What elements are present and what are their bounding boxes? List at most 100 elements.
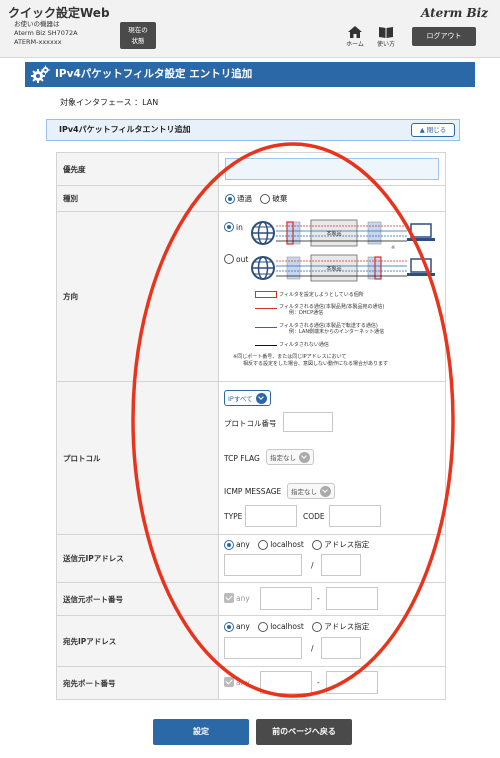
src-port-any-label: any [236, 593, 250, 603]
row-priority: 優先度 [56, 152, 446, 186]
icmp-label: ICMP MESSAGE [224, 487, 282, 496]
dst-ip-any-radio[interactable] [224, 621, 234, 632]
dst-ip-separator: / [311, 644, 314, 653]
home-label: ホーム [346, 41, 364, 48]
src-ip-specify-radio[interactable] [312, 539, 323, 550]
src-ip-specify-label: アドレス指定 [324, 540, 370, 549]
howto-button[interactable]: 使い方 [373, 26, 399, 48]
row-dst-port: 宛先ポート番号 any - [56, 666, 446, 700]
collapse-label: 閉じる [426, 126, 447, 134]
laptop-icon-2 [407, 258, 435, 276]
priority-input[interactable] [225, 158, 439, 180]
legend-swatch-black [255, 345, 277, 346]
src-ip-address-input[interactable] [224, 554, 302, 576]
type-drop-label: 破棄 [272, 194, 288, 203]
icmp-code-input[interactable] [329, 505, 381, 527]
src-port-any-checkbox[interactable] [224, 593, 234, 603]
row-src-ip: 送信元IPアドレス any localhost アドレス指定 / [56, 534, 446, 583]
direction-out-radio[interactable] [224, 254, 234, 264]
direction-in-label: in [236, 222, 243, 232]
dst-ip-specify-label: アドレス指定 [324, 622, 370, 631]
dst-port-separator: - [317, 678, 320, 687]
src-ip-any-radio[interactable] [224, 539, 234, 550]
legend-sub: 例：DHCP通信 [289, 310, 324, 316]
home-button[interactable]: ホーム [342, 26, 368, 48]
src-port-start-input[interactable] [260, 587, 312, 610]
dst-ip-localhost-radio[interactable] [258, 621, 269, 632]
direction-panel: in out 本製品 ※ 本製品 フィルタを設定しようとしている個所 フィルタさ… [219, 212, 445, 381]
chevron-up-icon: ▲ [419, 126, 425, 134]
src-ip-localhost-radio[interactable] [258, 539, 269, 550]
gear-icon [31, 65, 50, 83]
src-port-end-input[interactable] [326, 587, 378, 610]
device-info-line: お使いの機器は [14, 20, 60, 28]
src-port-label: 送信元ポート番号 [56, 582, 219, 616]
icmp-type-input[interactable] [245, 505, 297, 527]
row-protocol: プロトコル IPすべて プロトコル番号 TCP FLAG 指定なし ICMP M… [56, 381, 446, 535]
dst-ip-localhost-label: localhost [270, 622, 304, 631]
section-header: IPv4パケットフィルタエントリ追加 ▲ 閉じる [46, 119, 460, 141]
logout-button[interactable]: ログアウト [412, 27, 476, 46]
type-drop-radio[interactable] [260, 193, 271, 204]
current-status-button[interactable]: 現在の 状態 [120, 22, 156, 49]
legend-item: フィルタされる通信(本製品発/本製品宛の通信) 例：DHCP通信 [279, 304, 385, 316]
direction-in-radio[interactable] [224, 222, 234, 232]
icmp-type-label: TYPE [224, 512, 243, 521]
legend-sub: 例：LAN側端末からのインターネット通信 [289, 329, 385, 335]
direction-diagram: 本製品 ※ 本製品 [251, 219, 435, 282]
legend-swatch-blue [255, 327, 277, 328]
type-label: 種別 [56, 185, 219, 212]
page-title: IPv4パケットフィルタ設定 エントリ追加 [25, 62, 475, 87]
section-title: IPv4パケットフィルタエントリ追加 [59, 125, 191, 134]
brand-logo: Aterm Biz [421, 6, 488, 20]
protocol-select-value: IPすべて [228, 395, 253, 403]
legend-item: フィルタを設定しようとしている個所 [279, 292, 364, 298]
home-icon [348, 26, 362, 38]
tcp-flag-select[interactable]: 指定なし [266, 449, 314, 465]
chevron-down-icon [320, 485, 331, 497]
src-ip-localhost-label: localhost [270, 540, 304, 549]
globe-icon-2 [251, 256, 275, 280]
type-pass-radio[interactable] [225, 193, 235, 204]
chevron-down-icon [299, 451, 310, 463]
device-model: Aterm Biz SH7072A [14, 29, 78, 37]
target-interface: 対象インタフェース ：LAN [60, 98, 159, 107]
header: クイック設定Web お使いの機器は Aterm Biz SH7072A ATER… [0, 0, 500, 58]
status-line1: 現在の [128, 26, 148, 34]
entry-form: 優先度 種別 通過 破棄 方向 in out 本製品 ※ 本製品 フィルタを設定… [56, 152, 446, 700]
dst-port-any-checkbox[interactable] [224, 677, 234, 687]
legend-item: フィルタされる通信(本製品で転送する通信) 例：LAN側端末からのインターネット… [279, 323, 384, 335]
dst-port-any-label: any [236, 677, 250, 687]
direction-label: 方向 [56, 211, 219, 382]
direction-note: ※同じポート番号、または同じIPアドレスにおいて 相反する設定をした場合、意図し… [233, 354, 388, 367]
dst-ip-specify-radio[interactable] [312, 621, 323, 632]
priority-label: 優先度 [56, 152, 219, 186]
collapse-button[interactable]: ▲ 閉じる [411, 123, 455, 137]
protocol-select[interactable]: IPすべて [224, 390, 271, 406]
dst-port-end-input[interactable] [326, 671, 378, 694]
src-ip-separator: / [311, 561, 314, 570]
protocol-label: プロトコル [56, 381, 219, 535]
type-pass-label: 通過 [237, 194, 252, 203]
protocol-number-label: プロトコル番号 [224, 419, 277, 428]
tcp-flag-value: 指定なし [270, 454, 296, 462]
dst-ip-address-input[interactable] [224, 637, 302, 659]
row-dst-ip: 宛先IPアドレス any localhost アドレス指定 / [56, 615, 446, 667]
note-line: 相反する設定をした場合、意図しない動作になる場合があります [243, 360, 389, 367]
page-title-text: IPv4パケットフィルタ設定 エントリ追加 [55, 68, 253, 80]
device-info: お使いの機器は Aterm Biz SH7072A ATERM-xxxxxx [14, 20, 78, 47]
src-ip-mask-input[interactable] [321, 554, 361, 576]
back-button[interactable]: 前のページへ戻る [256, 719, 352, 745]
app-title: クイック設定Web [8, 6, 110, 20]
dst-port-start-input[interactable] [260, 671, 312, 694]
icmp-code-label: CODE [303, 512, 325, 521]
row-direction: 方向 in out 本製品 ※ 本製品 フィルタを設定しようとしている個所 フィ… [56, 211, 446, 382]
icmp-select[interactable]: 指定なし [287, 483, 335, 499]
protocol-number-input[interactable] [283, 412, 333, 432]
dst-ip-mask-input[interactable] [321, 637, 361, 659]
set-button[interactable]: 設定 [153, 719, 249, 745]
chevron-down-icon [255, 392, 267, 404]
dst-ip-any-label: any [236, 622, 250, 631]
src-ip-any-label: any [236, 540, 250, 549]
legend-swatch-red [255, 308, 277, 309]
